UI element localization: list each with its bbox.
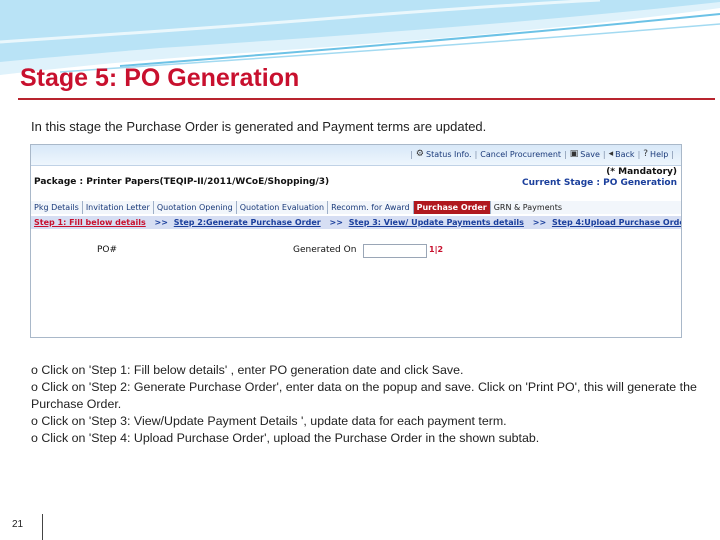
generated-on-input[interactable]	[363, 244, 427, 258]
back-icon: ◂	[608, 149, 614, 159]
app-screenshot: | ⚙ Status Info. | Cancel Procurement | …	[30, 144, 682, 338]
instruction-step-1: o Click on 'Step 1: Fill below details' …	[31, 363, 464, 377]
page-number-divider	[42, 514, 43, 540]
step-arrow: >>	[154, 218, 168, 227]
help-icon: ?	[643, 149, 649, 159]
step-1-link[interactable]: Step 1: Fill below details	[34, 218, 146, 227]
current-stage: Current Stage : PO Generation	[522, 178, 677, 188]
back-button[interactable]: Back	[615, 150, 634, 159]
step-arrow: >>	[532, 218, 547, 227]
tab-grn-payments[interactable]: GRN & Payments	[491, 201, 565, 214]
calendar-icon[interactable]: 1|2	[429, 245, 443, 254]
tab-pkg-details[interactable]: Pkg Details	[31, 201, 83, 214]
tab-quotation-evaluation[interactable]: Quotation Evaluation	[237, 201, 329, 214]
step-4-link[interactable]: Step 4:Upload Purchase Order	[552, 218, 681, 227]
app-toolbar: | ⚙ Status Info. | Cancel Procurement | …	[31, 145, 681, 166]
help-button[interactable]: Help	[650, 150, 668, 159]
slide-title: Stage 5: PO Generation	[20, 64, 300, 92]
po-number-label: PO#	[97, 245, 118, 255]
step-arrow: >>	[329, 218, 343, 227]
intro-text: In this stage the Purchase Order is gene…	[31, 119, 487, 134]
status-info-link[interactable]: Status Info.	[426, 150, 472, 159]
step-links-bar: Step 1: Fill below details >> Step 2:Gen…	[31, 216, 681, 229]
tab-purchase-order[interactable]: Purchase Order	[413, 201, 491, 214]
package-label: Package : Printer Papers(TEQIP-II/2011/W…	[34, 177, 330, 187]
step-3-link[interactable]: Step 3: View/ Update Payments details	[349, 218, 524, 227]
instruction-step-3: o Click on 'Step 3: View/Update Payment …	[31, 414, 507, 428]
mandatory-note: (* Mandatory)	[606, 167, 677, 177]
tab-invitation-letter[interactable]: Invitation Letter	[83, 201, 154, 214]
step-2-link[interactable]: Step 2:Generate Purchase Order	[174, 218, 321, 227]
instruction-step-4: o Click on 'Step 4: Upload Purchase Orde…	[31, 431, 540, 445]
page-number: 21	[12, 519, 24, 530]
instruction-list: o Click on 'Step 1: Fill below details' …	[31, 362, 711, 447]
save-button[interactable]: Save	[580, 150, 600, 159]
instruction-step-2: o Click on 'Step 2: Generate Purchase Or…	[31, 380, 697, 411]
generated-on-label: Generated On	[293, 245, 357, 255]
save-icon: ▣	[569, 149, 579, 159]
title-divider	[18, 98, 715, 100]
tab-recomm-for-award[interactable]: Recomm. for Award	[328, 201, 414, 214]
gear-icon: ⚙	[415, 149, 424, 159]
tab-quotation-opening[interactable]: Quotation Opening	[154, 201, 237, 214]
cancel-procurement-link[interactable]: Cancel Procurement	[480, 150, 561, 159]
stage-tabs: Pkg Details Invitation Letter Quotation …	[31, 201, 681, 214]
